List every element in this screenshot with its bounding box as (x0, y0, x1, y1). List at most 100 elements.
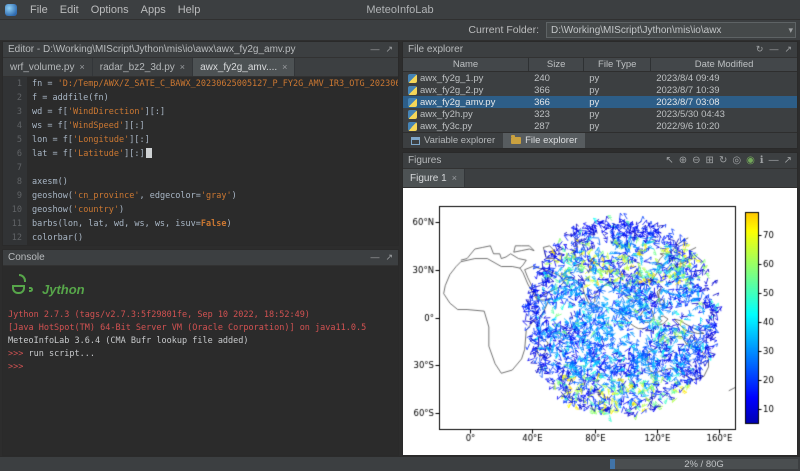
float-icon[interactable]: ↗ (784, 156, 792, 166)
editor-tab-wrf-volume-py[interactable]: wrf_volume.py × (3, 58, 93, 76)
column-header-file-type[interactable]: File Type (584, 58, 651, 71)
editor-tab-label: radar_bz2_3d.py (100, 62, 175, 73)
info-icon[interactable]: ℹ (760, 156, 764, 166)
code-text: geoshow('cn_province', edgecolor='gray') (27, 189, 237, 203)
column-header-date-modified[interactable]: Date Modified (651, 58, 797, 71)
folder-icon (511, 137, 521, 144)
current-folder-label: Current Folder: (468, 24, 539, 36)
explorer-tab-label: File explorer (525, 135, 577, 146)
tab-variable-explorer[interactable]: Variable explorer (403, 133, 503, 148)
file-modified: 2023/8/4 09:49 (651, 73, 797, 84)
console-output[interactable]: Jython Jython 2.7.3 (tags/v2.7.3:5f29801… (3, 266, 398, 455)
full-extent-icon[interactable]: ◎ (732, 156, 741, 166)
line-number: 7 (3, 161, 27, 175)
menu-file[interactable]: File (24, 4, 54, 16)
file-row-awx-fy2h-py[interactable]: awx_fy2h.py323py2023/5/30 04:43 (403, 108, 797, 120)
line-number: 11 (3, 217, 27, 231)
file-row-awx-fy2g-1-py[interactable]: awx_fy2g_1.py240py2023/8/4 09:49 (403, 72, 797, 84)
code-editor[interactable]: 1fn = 'D:/Temp/AWX/Z_SATE_C_BAWX_2023062… (3, 77, 398, 245)
memory-progress-fill (610, 459, 615, 469)
file-row-awx-fy3c-py[interactable]: awx_fy3c.py287py2022/9/6 10:20 (403, 120, 797, 132)
file-row-awx-fy2g-amv-py[interactable]: awx_fy2g_amv.py366py2023/8/7 03:08 (403, 96, 797, 108)
file-name: awx_fy2g_2.py (420, 85, 483, 96)
minimize-icon[interactable]: — (370, 253, 379, 262)
minimize-icon[interactable]: — (370, 45, 379, 54)
zoom-in-icon[interactable]: ⊕ (679, 156, 687, 166)
console-line: Jython 2.7.3 (tags/v2.7.3:5f29801fe, Sep… (8, 309, 393, 322)
file-row-awx-fy2g-2-py[interactable]: awx_fy2g_2.py366py2023/8/7 10:39 (403, 84, 797, 96)
file-size: 323 (529, 109, 584, 120)
map-figure[interactable] (403, 188, 797, 455)
file-size: 287 (529, 121, 584, 132)
column-header-size[interactable]: Size (529, 58, 584, 71)
rotate-icon[interactable]: ↻ (719, 156, 727, 166)
file-name-cell: awx_fy2g_1.py (403, 73, 529, 84)
editor-tab-label: wrf_volume.py (10, 62, 74, 73)
refresh-icon[interactable]: ↻ (756, 45, 764, 54)
editor-panel-title: Editor - D:\Working\MIScript\Jython\mis\… (8, 44, 296, 55)
close-icon[interactable]: × (180, 62, 185, 72)
code-text (27, 161, 32, 175)
explorer-tab-label: Variable explorer (424, 135, 495, 146)
close-icon[interactable]: × (282, 62, 287, 72)
menu-edit[interactable]: Edit (54, 4, 85, 16)
code-line: 12colorbar() (3, 231, 398, 245)
dropdown-arrow-icon[interactable]: ▾ (784, 25, 793, 36)
zoom-out-icon[interactable]: ⊖ (692, 156, 700, 166)
jython-logo-text: Jython (42, 282, 85, 302)
pan-icon[interactable]: ⊞ (706, 156, 714, 166)
editor-tab-radar-bz2-3d-py[interactable]: radar_bz2_3d.py × (93, 58, 193, 76)
app-logo-icon (5, 4, 17, 16)
file-modified: 2022/9/6 10:20 (651, 121, 797, 132)
line-number: 8 (3, 175, 27, 189)
file-modified: 2023/5/30 04:43 (651, 109, 797, 120)
left-column: Editor - D:\Working\MIScript\Jython\mis\… (2, 41, 399, 456)
code-text: geoshow('country') (27, 203, 124, 217)
file-type: py (584, 85, 651, 96)
memory-indicator[interactable]: 2% / 80G (610, 459, 798, 469)
identify-icon[interactable]: ◉ (746, 156, 755, 166)
close-icon[interactable]: × (79, 62, 84, 72)
minimize-icon[interactable]: — (769, 156, 779, 166)
column-header-name[interactable]: Name (403, 58, 529, 71)
python-file-icon (408, 74, 417, 83)
code-text: f = addfile(fn) (27, 91, 109, 105)
select-icon[interactable]: ↖ (665, 156, 673, 166)
file-explorer-header: File explorer ↻—↗ (403, 42, 797, 58)
menu-help[interactable]: Help (172, 4, 207, 16)
minimize-icon[interactable]: — (769, 45, 778, 54)
meteoinfolab-window: FileEditOptionsAppsHelp MeteoInfoLab Cur… (0, 0, 800, 471)
python-file-icon (408, 122, 417, 131)
close-icon[interactable]: × (452, 173, 457, 183)
tab-file-explorer[interactable]: File explorer (503, 133, 585, 148)
toolbar: Current Folder: D:\Working\MIScript\Jyth… (0, 20, 800, 41)
python-file-icon (408, 110, 417, 119)
file-name-cell: awx_fy2h.py (403, 109, 529, 120)
editor-tab-awx-fy2g-amv[interactable]: awx_fy2g_amv....× (193, 58, 295, 76)
file-name-cell: awx_fy2g_2.py (403, 85, 529, 96)
line-number: 1 (3, 77, 27, 91)
tab-figure-1[interactable]: Figure 1 × (403, 169, 465, 187)
explorer-header-icons: ↻ — ↗ (756, 45, 792, 54)
float-icon[interactable]: ↗ (385, 45, 393, 54)
jython-cup-icon (10, 274, 34, 302)
code-line: 11barbs(lon, lat, wd, ws, ws, isuv=False… (3, 217, 398, 231)
code-text: barbs(lon, lat, wd, ws, ws, isuv=False) (27, 217, 232, 231)
menu-bar: FileEditOptionsAppsHelp MeteoInfoLab (0, 0, 800, 20)
code-text: fn = 'D:/Temp/AWX/Z_SATE_C_BAWX_20230625… (27, 77, 398, 91)
code-line: 10geoshow('country') (3, 203, 398, 217)
menu-apps[interactable]: Apps (135, 4, 172, 16)
file-type: py (584, 121, 651, 132)
float-icon[interactable]: ↗ (385, 253, 393, 262)
code-text: ws = f['WindSpeed'][:] (27, 119, 145, 133)
line-number: 12 (3, 231, 27, 245)
file-name: awx_fy2h.py (420, 109, 473, 120)
float-icon[interactable]: ↗ (784, 45, 792, 54)
figure-toolbar: ↖ ⊕ ⊖ ⊞ ↻ ◎ ◉ ℹ — ↗ (665, 156, 792, 166)
code-line: 8axesm() (3, 175, 398, 189)
console-line: >>> (8, 361, 393, 374)
file-modified: 2023/8/7 03:08 (651, 97, 797, 108)
current-folder-combobox[interactable]: D:\Working\MIScript\Jython\mis\io\awx ▾ (546, 22, 796, 38)
menu-options[interactable]: Options (85, 4, 135, 16)
text-caret (146, 148, 152, 158)
